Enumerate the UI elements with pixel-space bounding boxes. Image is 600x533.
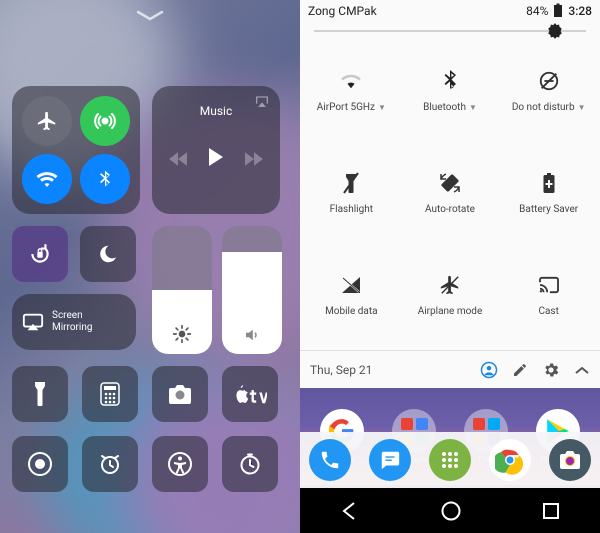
calculator-button[interactable] xyxy=(82,366,138,422)
gear-icon[interactable] xyxy=(542,361,560,379)
screen-mirroring-label: Screen Mirroring xyxy=(52,310,93,334)
dock-messages[interactable] xyxy=(369,439,411,481)
screen-record-button[interactable] xyxy=(12,436,68,492)
user-icon[interactable] xyxy=(480,361,498,379)
carrier-label: Zong CMPak xyxy=(308,4,377,18)
wifi-icon xyxy=(340,69,362,93)
airplane-mode-button[interactable] xyxy=(22,96,72,146)
dock xyxy=(300,432,600,488)
bluetooth-icon xyxy=(443,69,457,93)
screen-mirroring-button[interactable]: Screen Mirroring xyxy=(12,294,136,350)
flashlight-button[interactable] xyxy=(12,366,68,422)
battery-icon xyxy=(553,3,563,18)
music-tile[interactable]: Music xyxy=(152,86,280,214)
ios-control-center: Music Screen Mirroring xyxy=(0,0,300,533)
airplane-off-icon xyxy=(439,273,461,297)
edit-icon[interactable] xyxy=(512,362,528,378)
auto-rotate-icon xyxy=(438,171,462,195)
battery-pct: 84% xyxy=(526,4,548,18)
rotation-lock-button[interactable] xyxy=(12,226,68,282)
cast-icon xyxy=(538,273,560,297)
flashlight-off-icon xyxy=(343,171,359,195)
nav-recents-button[interactable] xyxy=(542,502,560,520)
dock-phone[interactable] xyxy=(309,439,351,481)
chevron-up-icon[interactable] xyxy=(574,365,590,375)
volume-slider[interactable] xyxy=(222,226,282,354)
cellular-data-button[interactable] xyxy=(80,96,130,146)
brightness-slider[interactable] xyxy=(300,22,600,36)
qs-tile-cast[interactable]: Cast xyxy=(499,244,598,346)
qs-tile-airplane[interactable]: Airplane mode xyxy=(401,244,500,346)
wifi-button[interactable] xyxy=(22,154,72,204)
music-title: Music xyxy=(152,104,280,118)
apple-tv-button[interactable] xyxy=(222,366,278,422)
camera-button[interactable] xyxy=(152,366,208,422)
nav-home-button[interactable] xyxy=(440,500,462,522)
navigation-bar xyxy=(300,488,600,533)
qs-tile-mobile-data[interactable]: Mobile data xyxy=(302,244,401,346)
dock-apps[interactable] xyxy=(429,439,471,481)
speaker-icon xyxy=(243,326,261,344)
clock: 3:28 xyxy=(568,4,592,18)
shade-footer: Thu, Sep 21 xyxy=(300,350,600,388)
prev-track-button[interactable] xyxy=(169,152,187,166)
android-screen: Zong CMPak 84% 3:28 AirPort 5GHz▼ Blueto… xyxy=(300,0,600,533)
qs-tile-flashlight[interactable]: Flashlight xyxy=(302,142,401,244)
play-button[interactable] xyxy=(209,148,223,169)
sun-icon xyxy=(172,324,192,344)
timer-button[interactable] xyxy=(222,436,278,492)
notification-shade: Zong CMPak 84% 3:28 AirPort 5GHz▼ Blueto… xyxy=(300,0,600,388)
next-track-button[interactable] xyxy=(245,152,263,166)
qs-tile-autorotate[interactable]: Auto-rotate xyxy=(401,142,500,244)
date-label: Thu, Sep 21 xyxy=(310,363,372,377)
airplay-icon xyxy=(22,312,44,332)
bluetooth-button[interactable] xyxy=(80,154,130,204)
dock-chrome[interactable] xyxy=(489,439,531,481)
qs-tile-bluetooth[interactable]: Bluetooth▼ xyxy=(401,40,500,142)
status-bar: Zong CMPak 84% 3:28 xyxy=(300,0,600,22)
dnd-off-icon xyxy=(538,69,560,93)
chevron-down-icon[interactable] xyxy=(136,10,164,22)
battery-saver-icon xyxy=(542,171,556,195)
signal-off-icon xyxy=(341,273,361,297)
qs-tile-wifi[interactable]: AirPort 5GHz▼ xyxy=(302,40,401,142)
nav-back-button[interactable] xyxy=(340,501,360,521)
dock-camera[interactable] xyxy=(549,439,591,481)
qs-tile-battery-saver[interactable]: Battery Saver xyxy=(499,142,598,244)
connectivity-group xyxy=(12,86,140,214)
do-not-disturb-button[interactable] xyxy=(80,226,136,282)
alarm-button[interactable] xyxy=(82,436,138,492)
qs-tile-dnd[interactable]: Do not disturb▼ xyxy=(499,40,598,142)
quick-settings-grid: AirPort 5GHz▼ Bluetooth▼ Do not disturb▼… xyxy=(300,36,600,350)
accessibility-shortcut-button[interactable] xyxy=(152,436,208,492)
brightness-slider[interactable] xyxy=(152,226,212,354)
